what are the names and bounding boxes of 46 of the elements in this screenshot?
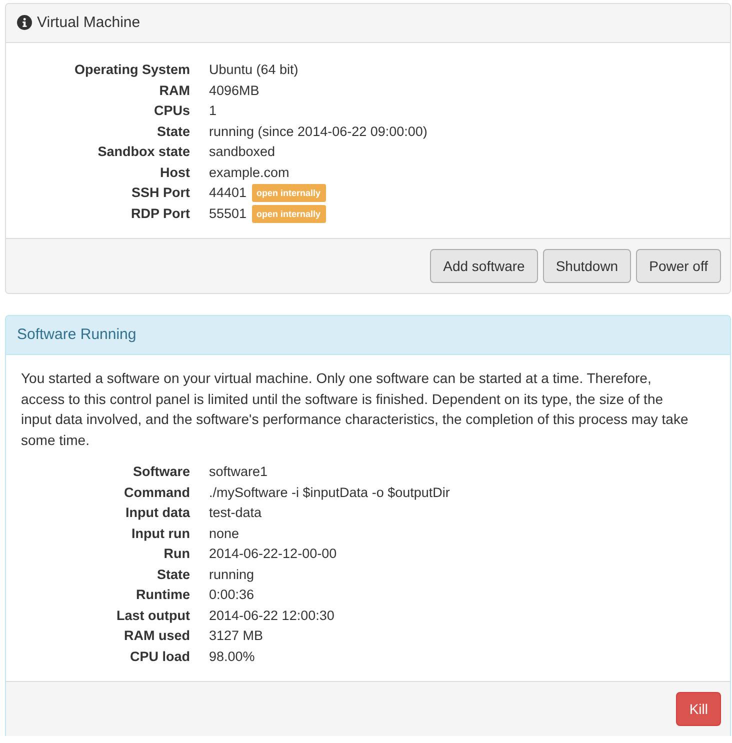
status-badge: open internally [252,184,326,202]
detail-value: software1 [209,463,268,481]
detail-label: Operating System [73,61,190,79]
detail-label: RDP Port [130,204,190,222]
detail-value: 3127 MB [209,627,264,645]
detail-label: State [156,566,190,584]
detail-label: Sandbox state [96,143,190,161]
status-badge: open internally [252,204,326,223]
detail-label: Runtime [135,586,190,604]
detail-label: Host [159,164,190,182]
detail-label: Software [132,463,190,481]
detail-value: Ubuntu (64 bit) [209,61,298,79]
detail-value: 4096MB [209,82,260,100]
detail-label: CPUs [152,102,190,120]
panel-title: Software Running [17,326,136,343]
detail-label: Command [122,484,190,502]
detail-label: Input data [124,504,190,522]
detail-value: 55501 [209,204,247,222]
panel-title: Virtual Machine [37,14,140,31]
detail-label: Last output [116,606,190,625]
detail-value: 44401 [209,184,247,202]
detail-value: running (since 2014-06-22 09:00:00) [209,122,428,141]
detail-label: Input run [130,524,190,543]
info-icon [17,15,32,30]
detail-value: ./mySoftware -i $inputData -o $outputDir [209,484,450,502]
detail-value: test-data [209,504,262,522]
detail-value: 2014-06-22 12:00:30 [209,606,334,624]
detail-value: 98.00% [209,648,255,666]
detail-value: none [209,524,240,542]
detail-value: running [209,566,254,584]
action-button[interactable]: Shutdown [542,249,632,283]
detail-value: 2014-06-22-12-00-00 [209,545,337,563]
detail-value: 0:00:36 [209,586,254,604]
detail-value: sandboxed [209,143,276,161]
detail-label: CPU load [128,648,190,666]
kill-button[interactable]: Kill [676,692,721,726]
action-button[interactable]: Power off [636,249,721,283]
detail-label: RAM used [122,627,190,645]
detail-label: SSH Port [130,184,190,202]
action-button[interactable]: Add software [430,249,538,283]
detail-value: 1 [209,102,217,120]
detail-label: Run [162,545,190,563]
detail-label: State [156,122,190,140]
info-message: You started a software on your virtual machine. Only one software can be started at a time. Therefore, access to this control panel is limited until the software is finished. Dependent on its type, the size of the input data involved, and the software's performance characteristics, the completion of this process may take some time. [21,369,690,450]
detail-value: example.com [209,164,290,182]
detail-label: RAM [158,82,190,100]
